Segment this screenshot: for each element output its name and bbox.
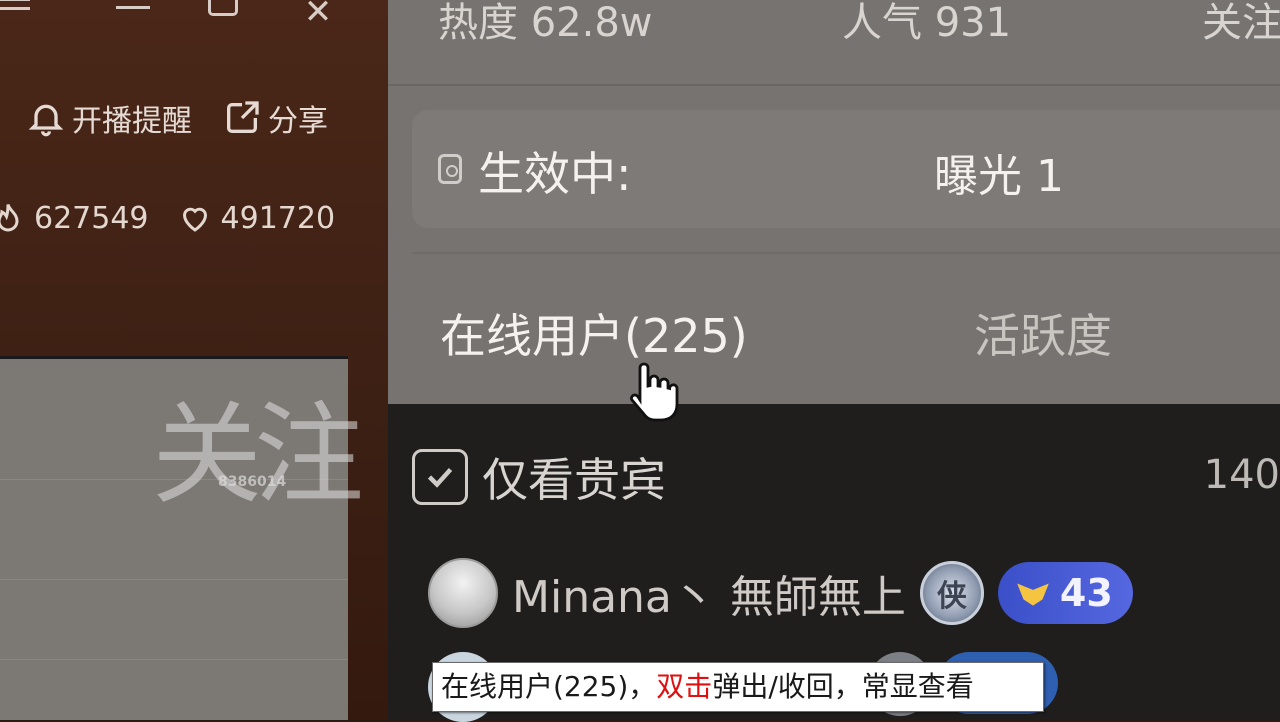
rank-badge: 侠 [919,561,984,625]
avatar [428,558,498,628]
watermark-id: 8386014 [218,474,287,490]
video-preview[interactable]: 关注 [0,356,364,720]
bell-icon [28,104,64,137]
action-bar: 开播提醒 分享 [26,96,328,140]
scanline [0,659,348,660]
tooltip-highlight: 双击 [656,670,713,703]
right-panel: 热度 62.8w 人气 931 关注 生效中: 曝光 1 在线用户(225) 活… [388,0,1280,722]
like-count: 491720 [220,200,336,236]
follow-stat: 关注 [1202,0,1280,46]
share-label: 分享 [268,104,328,139]
hand-cursor-icon [630,362,679,422]
list-item[interactable]: Minana丶 無師無上 侠 43 [428,556,1133,630]
tab-activity[interactable]: 活跃度 [974,300,1112,366]
status-label: 生效中: [478,147,632,201]
fire-icon [0,203,19,232]
tab-online-users[interactable]: 在线用户(225) [440,300,748,366]
status-value: 曝光 1 [934,151,1064,202]
remind-label: 开播提醒 [72,104,192,139]
share-icon [227,101,259,133]
user-name: Minana丶 無師無上 [512,572,906,623]
vip-checkbox[interactable] [412,449,468,505]
popularity-stat: 人气 931 [842,0,1012,46]
vip-count: 140 [1203,452,1280,498]
watermark-logo: 关注 [152,391,364,519]
menu-icon[interactable] [0,0,30,32]
maximize-icon[interactable] [206,0,242,32]
remind-button[interactable]: 开播提醒 [26,96,192,140]
like-stat: 491720 [177,200,336,236]
close-icon[interactable]: ✕ [298,0,338,32]
level-badge: 43 [997,562,1133,624]
check-icon [427,467,453,488]
fire-stat: 627549 [0,200,149,236]
minimize-icon[interactable] [116,0,152,32]
tooltip-suffix: 弹出/收回，常显查看 [712,670,974,703]
vip-filter[interactable]: 仅看贵宾 [412,444,666,510]
stats-bar: 627549 491720 [0,200,335,236]
room-stats: 热度 62.8w 人气 931 关注 [438,0,1280,46]
heart-icon [182,207,207,232]
vip-filter-label: 仅看贵宾 [482,453,666,507]
level-value: 43 [1059,571,1113,615]
divider [412,252,1280,254]
status-icon [438,154,462,184]
fire-count: 627549 [34,200,149,236]
tooltip: 在线用户(225)，双击弹出/收回，常显查看 [432,662,1044,712]
share-button[interactable]: 分享 [222,96,328,140]
tooltip-prefix: 在线用户(225)， [441,670,657,703]
status-card[interactable]: 生效中: 曝光 1 [412,110,1280,228]
left-panel: ✕ 开播提醒 分享 627549 491720 关注 8386014 [0,0,388,720]
wings-icon [1017,583,1049,606]
scanline [0,579,348,580]
heat-stat: 热度 62.8w [438,0,653,46]
divider [388,84,1280,86]
